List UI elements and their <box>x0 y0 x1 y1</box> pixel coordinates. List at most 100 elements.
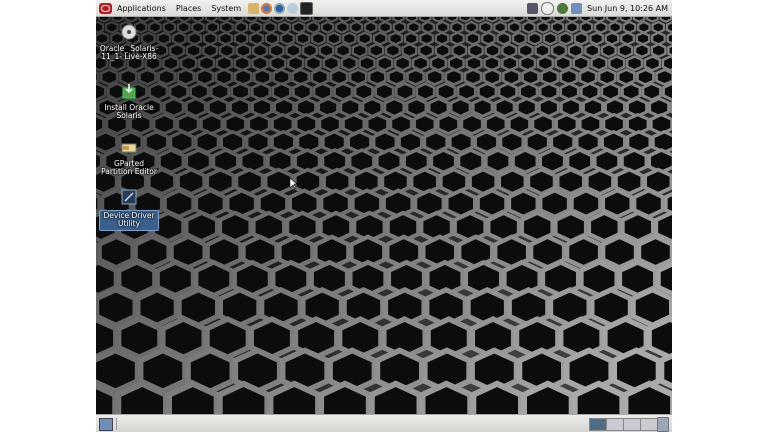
workspace-2[interactable] <box>606 418 624 431</box>
device-driver-icon <box>121 189 137 205</box>
hexagon-cell <box>267 380 322 414</box>
hexagon-cell <box>569 188 603 219</box>
hexagon-cell <box>291 68 311 86</box>
hexagon-cell <box>558 31 574 46</box>
hexagon-cell <box>384 42 401 59</box>
hexagon-cell <box>620 31 635 46</box>
hexagon-cell <box>294 112 319 136</box>
update-icon[interactable] <box>527 2 539 14</box>
hexagon-cell <box>597 68 617 86</box>
hexagon-cell <box>604 31 620 46</box>
terminal-icon[interactable] <box>300 1 314 15</box>
hexagon-cell <box>589 31 604 46</box>
hexagon-cell <box>600 234 639 270</box>
hexagon-cell <box>445 17 459 23</box>
network-icon[interactable] <box>557 2 569 14</box>
system-menu[interactable]: System <box>206 4 246 13</box>
workspace-4[interactable] <box>640 418 658 431</box>
hexagon-cell <box>250 96 273 118</box>
hexagon-cell <box>320 20 335 34</box>
desktop-icon-oracle-solaris-live[interactable]: Oracle_ Solaris-11_1- Live-X86 <box>99 24 159 62</box>
hexagon-cell <box>252 68 272 86</box>
oracle-logo-icon[interactable] <box>99 2 112 14</box>
hexagon-cell <box>659 17 672 23</box>
install-icon <box>122 84 136 99</box>
hexagon-cell <box>435 82 457 102</box>
hexagon-cell <box>626 129 652 155</box>
desktop-icon-gparted[interactable]: GParted Partition Editor <box>99 139 159 177</box>
hexagon-cell <box>405 96 428 118</box>
show-desktop-icon[interactable] <box>99 418 113 431</box>
workspace-3[interactable] <box>623 418 641 431</box>
hexagon-cell <box>392 17 405 23</box>
user-icon[interactable] <box>571 2 583 14</box>
workspace-1[interactable] <box>589 418 607 431</box>
hexagon-cell <box>357 31 373 46</box>
hexagon-cell <box>501 55 519 72</box>
hexagon-cell <box>622 20 637 34</box>
hexagon-cell <box>476 82 498 102</box>
hexagon-cell <box>218 31 234 46</box>
hexagon-cell <box>233 68 253 86</box>
thunderbird-icon[interactable] <box>274 2 286 14</box>
hexagon-cell <box>608 55 626 72</box>
hexagon-cell <box>218 17 231 23</box>
hexagon-cell <box>636 234 672 270</box>
firefox-icon[interactable] <box>261 2 273 14</box>
hexagon-cell <box>325 17 338 23</box>
hexagon-cell <box>511 31 527 46</box>
hexagon-cell <box>387 68 406 86</box>
hexagon-cell <box>353 82 375 102</box>
hexagon-cell <box>643 55 662 72</box>
hexagon-cell <box>484 148 512 175</box>
applications-menu[interactable]: Applications <box>112 4 171 13</box>
clock-applet-icon[interactable] <box>541 1 555 15</box>
hexagon-cell <box>412 112 437 136</box>
hexagon-cell <box>318 112 342 136</box>
hexagon-cell <box>651 31 666 46</box>
hexagon-cell <box>382 188 415 219</box>
desktop-icon-device-driver-utility[interactable]: Device Driver Utility <box>99 189 159 231</box>
hexagon-cell <box>376 55 394 72</box>
hexagon-cell <box>594 20 608 34</box>
desktop-icon-label: Oracle_ Solaris-11_1- Live-X86 <box>99 43 159 61</box>
hexagon-cell <box>527 31 543 46</box>
home-folder-icon[interactable] <box>248 2 260 14</box>
hexagon-cell <box>228 96 251 118</box>
places-menu[interactable]: Places <box>171 4 206 13</box>
clock[interactable]: Sun Jun 9, 10:26 AM <box>585 4 672 13</box>
hexagon-cell <box>538 188 571 219</box>
hexagon-cell <box>335 20 349 34</box>
hexagon-cell <box>522 20 536 34</box>
trash-icon[interactable] <box>657 417 669 432</box>
bottom-panel <box>96 414 672 432</box>
hexagon-cell <box>418 17 432 23</box>
desktop[interactable]: Oracle_ Solaris-11_1- Live-X86 Install O… <box>96 17 672 414</box>
help-icon[interactable] <box>287 2 299 14</box>
hexagon-cell <box>202 42 219 59</box>
hexagon-cell <box>635 31 651 46</box>
hexagon-cell <box>311 17 325 23</box>
hexagon-cell <box>450 31 465 46</box>
hexagon-cell <box>465 31 481 46</box>
hexagon-cell <box>178 17 191 23</box>
desktop-icon-label: GParted Partition Editor <box>101 158 157 176</box>
hexagon-cell <box>268 42 285 59</box>
hexagon-cell <box>295 31 311 46</box>
desktop-icon-install-oracle-solaris[interactable]: Install Oracle Solaris <box>99 83 159 121</box>
hexagon-cell <box>394 82 416 102</box>
hexagon-cell <box>215 55 234 72</box>
hexagon-cell <box>499 129 525 155</box>
hexagon-cell <box>518 82 539 102</box>
hexagon-cell <box>239 148 267 175</box>
hexagon-cell <box>521 68 540 86</box>
hexagon-cell <box>467 42 484 59</box>
hexagon-cell <box>199 112 224 136</box>
hexagon-cell <box>434 31 450 46</box>
hexagon-cell <box>620 148 649 175</box>
hexagon-cell <box>280 31 295 46</box>
hexagon-cell <box>465 55 483 72</box>
hexagon-cell <box>656 261 672 296</box>
hexagon-cell <box>176 20 191 34</box>
hexagon-cell <box>473 129 500 155</box>
